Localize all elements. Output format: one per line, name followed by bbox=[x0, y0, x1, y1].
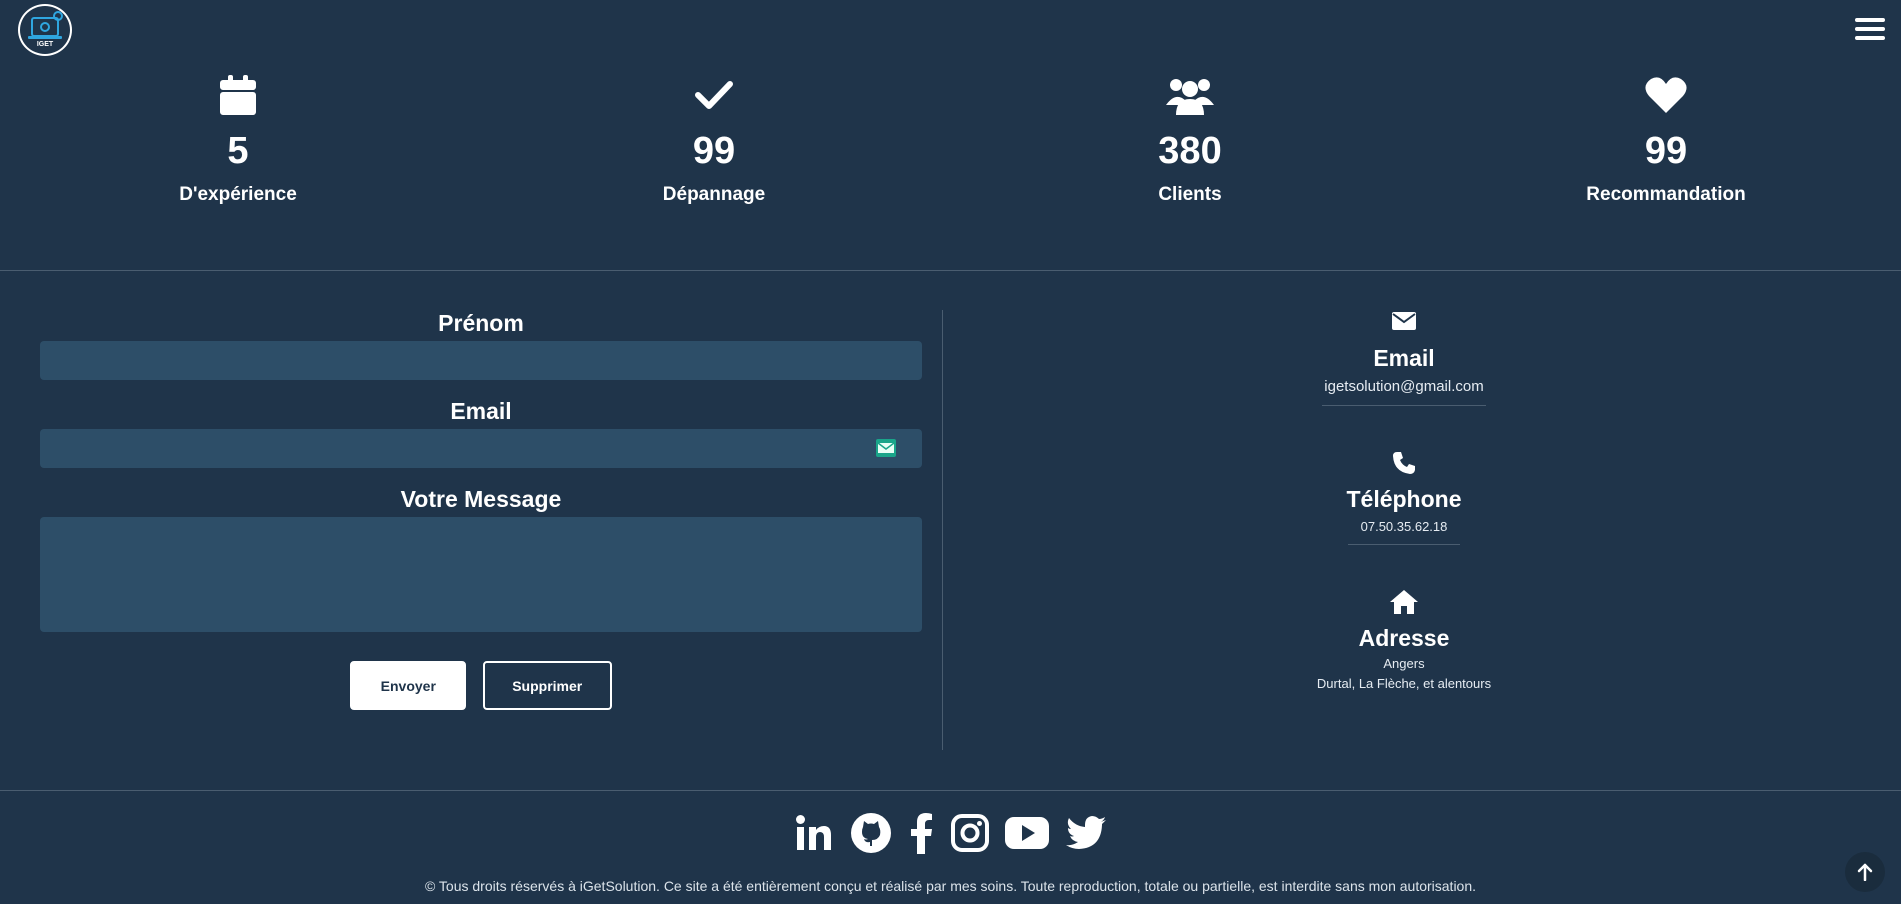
stat-experience: 5 D'expérience bbox=[88, 70, 388, 206]
contact-separator bbox=[1322, 405, 1486, 406]
check-icon bbox=[695, 81, 733, 109]
social-links bbox=[0, 812, 1901, 859]
contact-phone: Téléphone 07.50.35.62.18 bbox=[1104, 451, 1704, 545]
message-textarea[interactable] bbox=[40, 517, 922, 632]
stat-value: 99 bbox=[692, 130, 736, 172]
youtube-icon[interactable] bbox=[1005, 817, 1050, 854]
logo-text: IGET bbox=[36, 41, 54, 48]
envelope-icon bbox=[1392, 312, 1416, 330]
twitter-icon[interactable] bbox=[1065, 816, 1106, 855]
stat-repair: 99 Dépannage bbox=[564, 70, 864, 206]
contact-phone-value[interactable]: 07.50.35.62.18 bbox=[1104, 519, 1704, 534]
contact-email-value[interactable]: igetsolution@gmail.com bbox=[1104, 378, 1704, 395]
vertical-divider bbox=[942, 310, 943, 750]
stat-label: Recommandation bbox=[1586, 184, 1746, 205]
firstname-input[interactable] bbox=[40, 341, 922, 380]
contact-phone-title: Téléphone bbox=[1346, 486, 1462, 512]
email-label: Email bbox=[450, 398, 512, 424]
contact-separator bbox=[1348, 544, 1460, 545]
arrow-up-icon bbox=[1857, 863, 1873, 881]
stat-value: 5 bbox=[227, 130, 249, 172]
copyright-text: © Tous droits réservés à iGetSolution. C… bbox=[424, 878, 1477, 894]
calendar-icon bbox=[220, 75, 256, 115]
users-icon bbox=[1166, 79, 1214, 115]
facebook-icon[interactable] bbox=[908, 812, 934, 859]
contact-email-title: Email bbox=[1373, 345, 1435, 371]
footer-divider bbox=[0, 790, 1901, 791]
laptop-gear-icon bbox=[28, 11, 63, 39]
stat-value: 380 bbox=[1158, 130, 1222, 172]
clear-button[interactable]: Supprimer bbox=[482, 661, 612, 710]
send-button[interactable]: Envoyer bbox=[350, 661, 467, 710]
stat-label: Dépannage bbox=[662, 184, 766, 205]
stat-label: Clients bbox=[1158, 184, 1222, 205]
instagram-icon[interactable] bbox=[950, 814, 989, 857]
email-autofill-icon[interactable] bbox=[876, 439, 896, 457]
contact-address-title: Adresse bbox=[1358, 625, 1450, 651]
phone-icon bbox=[1393, 452, 1415, 474]
message-label: Votre Message bbox=[400, 486, 562, 512]
contact-email: Email igetsolution@gmail.com bbox=[1104, 312, 1704, 406]
heart-icon bbox=[1645, 77, 1687, 113]
stat-recommendation: 99 Recommandation bbox=[1516, 70, 1816, 206]
contact-address-line1: Angers bbox=[1383, 656, 1425, 671]
github-icon[interactable] bbox=[850, 812, 892, 859]
email-input[interactable] bbox=[40, 429, 922, 468]
stat-clients: 380 Clients bbox=[1040, 70, 1340, 206]
contact-form: Prénom Email Votre Message Envoyer Suppr… bbox=[40, 310, 922, 710]
scroll-to-top-button[interactable] bbox=[1845, 852, 1885, 892]
stat-label: D'expérience bbox=[179, 184, 297, 205]
linkedin-icon[interactable] bbox=[795, 814, 833, 857]
section-divider bbox=[0, 270, 1901, 271]
site-logo[interactable]: IGET bbox=[18, 4, 72, 56]
home-icon bbox=[1390, 590, 1418, 614]
contact-address: Adresse Angers Durtal, La Flèche, et ale… bbox=[1104, 590, 1704, 691]
hamburger-icon[interactable] bbox=[1855, 18, 1885, 44]
stats-section: 5 D'expérience 99 Dépannage 380 Clients bbox=[0, 70, 1901, 230]
contact-address-line2: Durtal, La Flèche, et alentours bbox=[1316, 676, 1492, 691]
firstname-label: Prénom bbox=[438, 310, 524, 336]
stat-value: 99 bbox=[1644, 130, 1688, 172]
